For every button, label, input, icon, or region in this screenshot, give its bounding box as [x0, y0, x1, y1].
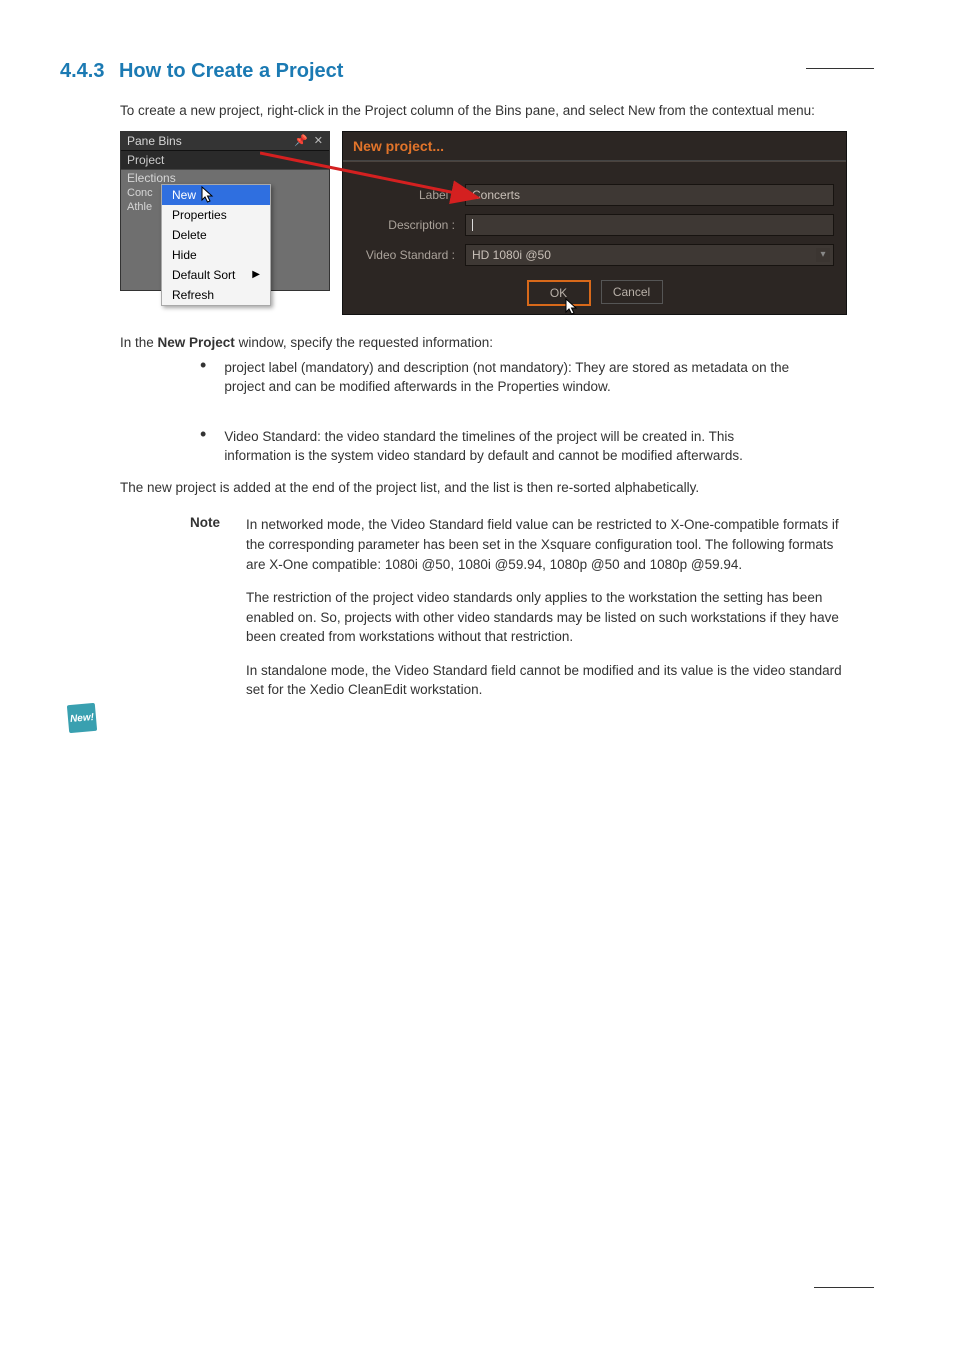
context-menu: New Properties Delete Hide Default Sort …	[161, 184, 271, 306]
text-caret-icon	[472, 219, 473, 231]
note-block: Note In networked mode, the Video Standa…	[190, 515, 894, 714]
context-menu-item-hide[interactable]: Hide	[162, 245, 270, 265]
close-icon[interactable]: ✕	[314, 134, 323, 147]
context-item-label: Refresh	[172, 288, 214, 302]
bullet-text: project label (mandatory) and descriptio…	[224, 358, 804, 397]
submenu-arrow-icon: ▶	[252, 269, 260, 280]
context-menu-item-default-sort[interactable]: Default Sort ▶	[162, 265, 270, 285]
description-input[interactable]	[465, 214, 834, 236]
section-number: 4.4.3	[60, 60, 104, 82]
note-paragraph: In networked mode, the Video Standard fi…	[246, 515, 846, 574]
dropdown-caret-icon[interactable]: ▾	[816, 248, 830, 262]
step-2-after: window, specify the requested informatio…	[239, 335, 493, 350]
video-standard-dropdown[interactable]: HD 1080i @50 ▾	[465, 244, 834, 266]
project-column-header[interactable]: Project	[121, 150, 329, 169]
step-2-lead: In the	[120, 335, 158, 350]
pane-bins-title-text: Pane Bins	[127, 134, 182, 148]
step-2-windowref: New Project	[158, 335, 235, 350]
note-body: In networked mode, the Video Standard fi…	[246, 515, 846, 714]
context-item-label: New	[172, 188, 196, 202]
pane-bins-panel: Pane Bins 📌 ✕ Project Elections Conc Ath…	[120, 131, 330, 291]
label-input[interactable]: Concerts	[465, 184, 834, 206]
note-paragraph: The restriction of the project video sta…	[246, 588, 846, 647]
intro-text: To create a new project, right-click in …	[120, 101, 840, 121]
header-underline	[806, 68, 874, 69]
description-label: Description :	[355, 218, 465, 232]
video-standard-label: Video Standard :	[355, 248, 465, 262]
context-menu-item-properties[interactable]: Properties	[162, 205, 270, 225]
context-item-label: Delete	[172, 228, 207, 242]
footer-rule	[814, 1285, 874, 1288]
context-menu-item-new[interactable]: New	[162, 185, 270, 205]
post-list-text: The new project is added at the end of t…	[120, 478, 894, 498]
label-value: Concerts	[472, 188, 520, 202]
bullet-icon: •	[200, 358, 206, 397]
new-badge: New!	[67, 703, 97, 733]
step-2-text: In the New Project window, specify the r…	[120, 335, 894, 350]
project-list[interactable]: Elections Conc Athle New Properties Dele…	[121, 169, 329, 290]
context-item-label: Hide	[172, 248, 197, 262]
dialog-title: New project...	[343, 132, 846, 161]
video-standard-value: HD 1080i @50	[472, 248, 551, 262]
bullet-text: Video Standard: the video standard the t…	[224, 427, 804, 466]
pin-icon[interactable]: 📌	[294, 134, 308, 147]
label-label: Label :	[355, 188, 465, 202]
context-item-label: Default Sort	[172, 268, 235, 282]
note-label: Note	[190, 515, 230, 714]
bullet-list: • project label (mandatory) and descript…	[200, 358, 894, 466]
pane-bins-titlebar: Pane Bins 📌 ✕	[121, 132, 329, 150]
cancel-button[interactable]: Cancel	[601, 280, 663, 304]
section-heading: 4.4.3 How to Create a Project	[60, 60, 894, 83]
section-title: How to Create a Project	[119, 60, 344, 82]
context-menu-item-refresh[interactable]: Refresh	[162, 285, 270, 305]
note-paragraph: In standalone mode, the Video Standard f…	[246, 661, 846, 700]
context-item-label: Properties	[172, 208, 227, 222]
new-project-dialog: New project... Label : Concerts Descript…	[342, 131, 847, 315]
bullet-icon: •	[200, 427, 206, 466]
context-menu-item-delete[interactable]: Delete	[162, 225, 270, 245]
page-footer	[60, 1285, 874, 1290]
figure-row: Pane Bins 📌 ✕ Project Elections Conc Ath…	[120, 131, 894, 315]
ok-button[interactable]: OK	[527, 280, 591, 306]
